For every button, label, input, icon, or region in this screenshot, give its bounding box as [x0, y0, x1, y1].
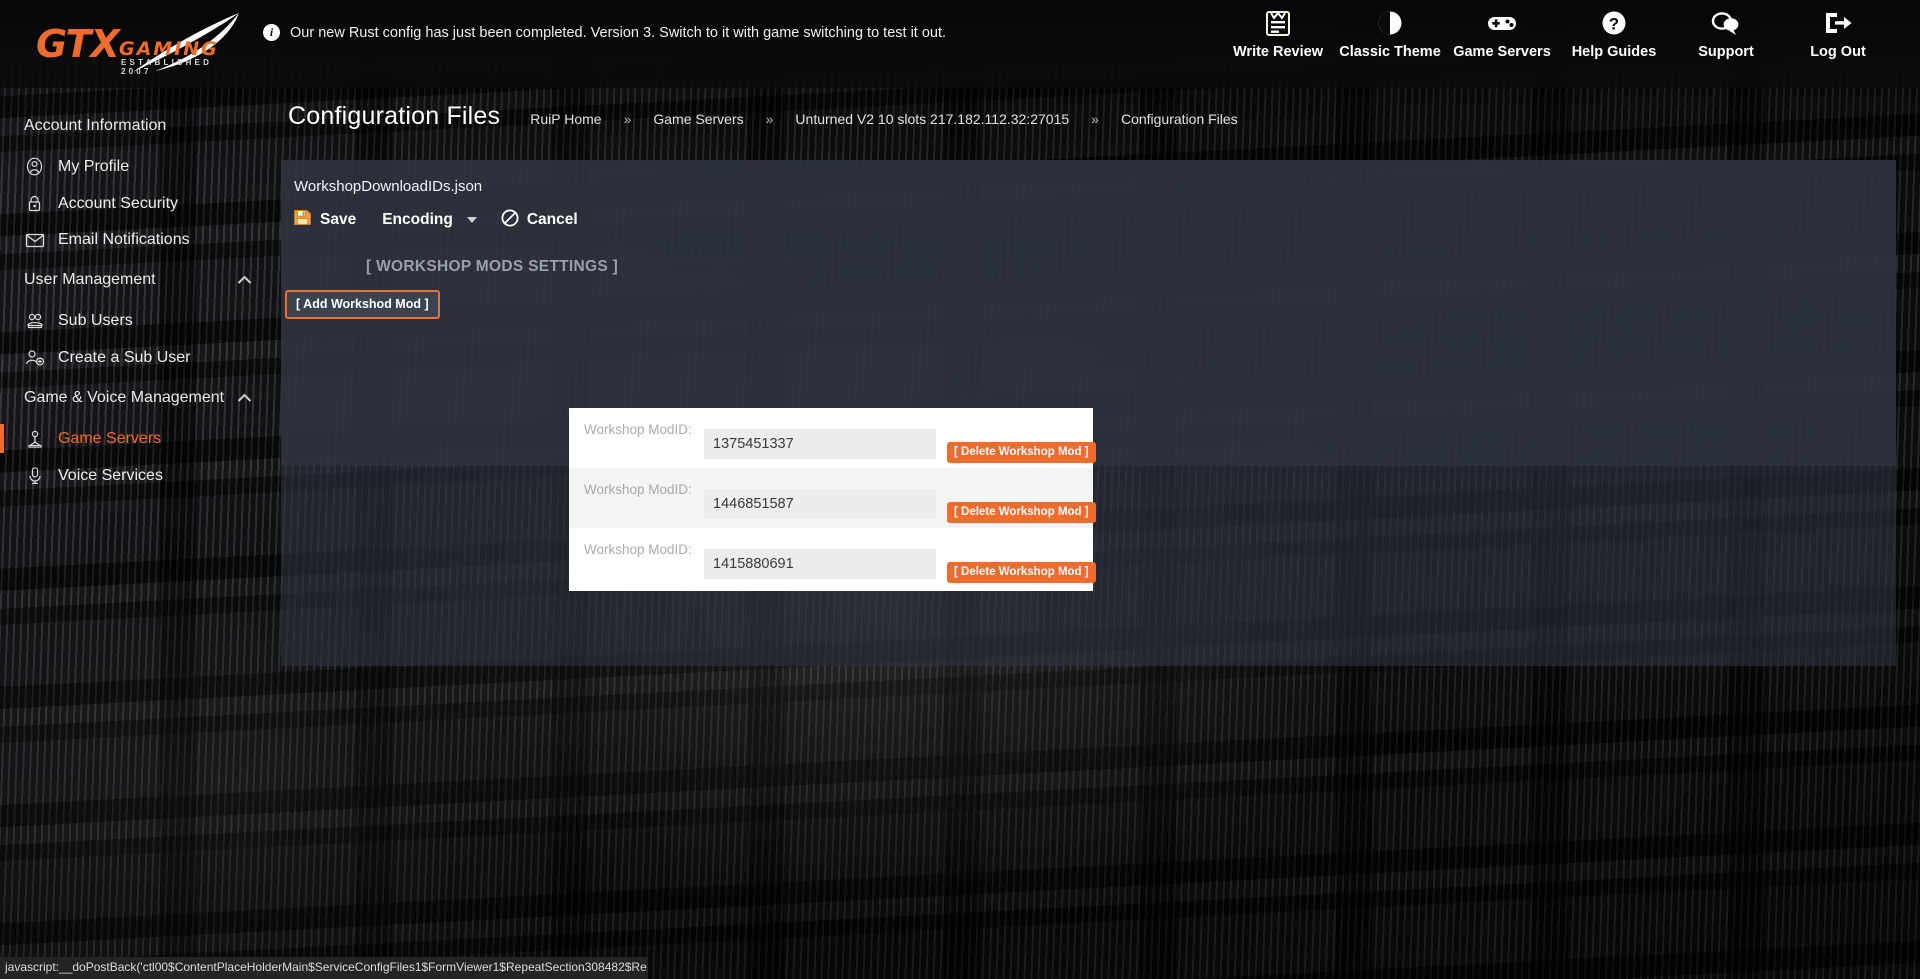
- nav-label: Game Servers: [1453, 44, 1551, 60]
- table-row: Workshop ModID: [ Delete Workshop Mod ]: [569, 408, 1096, 468]
- cancel-label: Cancel: [526, 211, 578, 228]
- breadcrumb-separator: »: [623, 111, 632, 127]
- workshop-modid-label: Workshop ModID:: [584, 422, 692, 437]
- workshop-modid-input[interactable]: [704, 489, 936, 519]
- server-joystick-icon: [24, 429, 45, 448]
- encoding-label: Encoding: [382, 211, 453, 228]
- sidebar-item-email-notifications[interactable]: Email Notifications: [0, 222, 282, 258]
- svg-text:?: ?: [1609, 15, 1619, 34]
- status-bar: javascript:__doPostBack('ctl00$ContentPl…: [0, 957, 648, 979]
- editor-toolbar: Save Encoding Cancel: [281, 195, 1896, 232]
- main-content: Configuration Files RuiP Home » Game Ser…: [281, 88, 1920, 979]
- config-file-name: WorkshopDownloadIDs.json: [294, 178, 483, 195]
- sidebar-group-user-management[interactable]: User Management: [0, 258, 282, 302]
- sidebar-item-label: Sub Users: [58, 311, 133, 329]
- chevron-down-icon: [466, 217, 477, 223]
- sidebar-item-label: My Profile: [58, 157, 130, 175]
- nav-label: Classic Theme: [1339, 44, 1441, 60]
- info-icon: i: [263, 24, 280, 41]
- sidebar-item-create-a-sub-user[interactable]: Create a Sub User: [0, 339, 282, 376]
- sidebar: Account Information My Profile Account S…: [0, 88, 282, 979]
- gamepad-icon: [1486, 8, 1518, 38]
- announcement-banner: i Our new Rust config has just been comp…: [263, 24, 946, 41]
- nav-support[interactable]: Support: [1670, 8, 1782, 60]
- sidebar-item-label: Game Servers: [58, 429, 162, 447]
- breadcrumb-separator: »: [765, 111, 774, 127]
- lock-icon: [24, 194, 45, 213]
- sidebar-item-voice-services[interactable]: Voice Services: [0, 457, 282, 494]
- announcement-text: Our new Rust config has just been comple…: [290, 24, 947, 41]
- delete-workshop-mod-button[interactable]: [ Delete Workshop Mod ]: [947, 502, 1096, 523]
- chat-bubble-icon: [1711, 8, 1741, 38]
- chevron-up-icon: [237, 273, 252, 288]
- table-row: Workshop ModID: [ Delete Workshop Mod ]: [569, 468, 1096, 528]
- workshop-modid-label: Workshop ModID:: [584, 542, 692, 557]
- table-row: Workshop ModID: [ Delete Workshop Mod ]: [569, 528, 1096, 588]
- sidebar-group-title: Account Information: [24, 117, 167, 134]
- sidebar-item-label: Create a Sub User: [58, 348, 191, 366]
- nav-classic-theme[interactable]: Classic Theme: [1334, 8, 1446, 60]
- add-workshop-mod-button[interactable]: [ Add Workshod Mod ]: [285, 290, 440, 319]
- section-title: [ WORKSHOP MODS SETTINGS ]: [366, 258, 619, 275]
- sidebar-item-sub-users[interactable]: Sub Users: [0, 302, 282, 339]
- logo-gtx-text: GTX: [36, 22, 120, 66]
- sidebar-item-label: Email Notifications: [58, 231, 190, 248]
- cancel-button[interactable]: Cancel: [501, 209, 604, 232]
- encoding-dropdown[interactable]: Encoding: [382, 211, 501, 229]
- nav-log-out[interactable]: Log Out: [1782, 8, 1894, 60]
- sidebar-item-label: Voice Services: [58, 466, 163, 484]
- delete-workshop-mod-button[interactable]: [ Delete Workshop Mod ]: [947, 442, 1096, 463]
- contrast-circle-icon: [1376, 8, 1404, 38]
- no-entry-icon: [501, 209, 519, 232]
- envelope-icon: [24, 232, 45, 249]
- question-circle-icon: ?: [1600, 8, 1628, 38]
- save-label: Save: [320, 211, 357, 228]
- sidebar-item-game-servers[interactable]: Game Servers: [0, 420, 282, 457]
- workshop-modid-input[interactable]: [704, 549, 936, 579]
- nav-label: Log Out: [1810, 44, 1866, 60]
- workshop-modid-input[interactable]: [704, 429, 936, 459]
- top-navigation: Write Review Classic Theme Game Servers …: [1222, 8, 1894, 60]
- breadcrumb-bar: Configuration Files RuiP Home » Game Ser…: [282, 88, 1920, 131]
- workshop-modid-label: Workshop ModID:: [584, 482, 692, 497]
- sidebar-group-account-information: Account Information: [0, 104, 282, 148]
- save-button[interactable]: Save: [293, 208, 382, 232]
- breadcrumb-link-server[interactable]: Unturned V2 10 slots 217.182.112.32:2701…: [779, 111, 1085, 127]
- user-plus-icon: [24, 348, 45, 367]
- logo-tagline: ESTABLISHED 2007: [121, 58, 213, 76]
- delete-workshop-mod-button[interactable]: [ Delete Workshop Mod ]: [947, 562, 1096, 583]
- breadcrumb: RuiP Home » Game Servers » Unturned V2 1…: [514, 111, 1253, 127]
- chevron-up-icon: [237, 391, 252, 406]
- nav-label: Write Review: [1233, 44, 1323, 60]
- breadcrumb-current: Configuration Files: [1120, 111, 1238, 127]
- user-circle-icon: [24, 157, 45, 176]
- breadcrumb-separator: »: [1091, 111, 1099, 127]
- logo-gaming-text: GAMING: [119, 38, 219, 60]
- nav-label: Help Guides: [1571, 44, 1657, 60]
- page-title: Configuration Files: [288, 102, 501, 130]
- microphone-icon: [24, 466, 45, 485]
- sidebar-group-game-voice-management[interactable]: Game & Voice Management: [0, 376, 282, 420]
- top-bar: GTX GAMING ESTABLISHED 2007 i Our new Ru…: [0, 0, 1920, 88]
- clipboard-review-icon: [1265, 8, 1291, 38]
- nav-help-guides[interactable]: ? Help Guides: [1558, 8, 1670, 60]
- breadcrumb-link-game-servers[interactable]: Game Servers: [637, 111, 759, 127]
- workshop-mods-form: Workshop ModID: [ Delete Workshop Mod ] …: [569, 408, 1096, 591]
- sidebar-group-title: User Management: [24, 271, 156, 288]
- site-logo[interactable]: GTX GAMING ESTABLISHED 2007: [33, 8, 243, 76]
- sidebar-group-title: Game & Voice Management: [24, 389, 225, 406]
- nav-game-servers[interactable]: Game Servers: [1446, 8, 1558, 60]
- floppy-disk-icon: [293, 208, 312, 232]
- users-icon: [24, 311, 45, 330]
- breadcrumb-link-home[interactable]: RuiP Home: [514, 111, 617, 127]
- sidebar-item-account-security[interactable]: Account Security: [0, 185, 282, 222]
- logout-arrow-icon: [1823, 8, 1853, 38]
- sidebar-item-label: Account Security: [58, 194, 179, 212]
- nav-label: Support: [1698, 44, 1754, 60]
- nav-write-review[interactable]: Write Review: [1222, 8, 1334, 60]
- sidebar-item-my-profile[interactable]: My Profile: [0, 148, 282, 185]
